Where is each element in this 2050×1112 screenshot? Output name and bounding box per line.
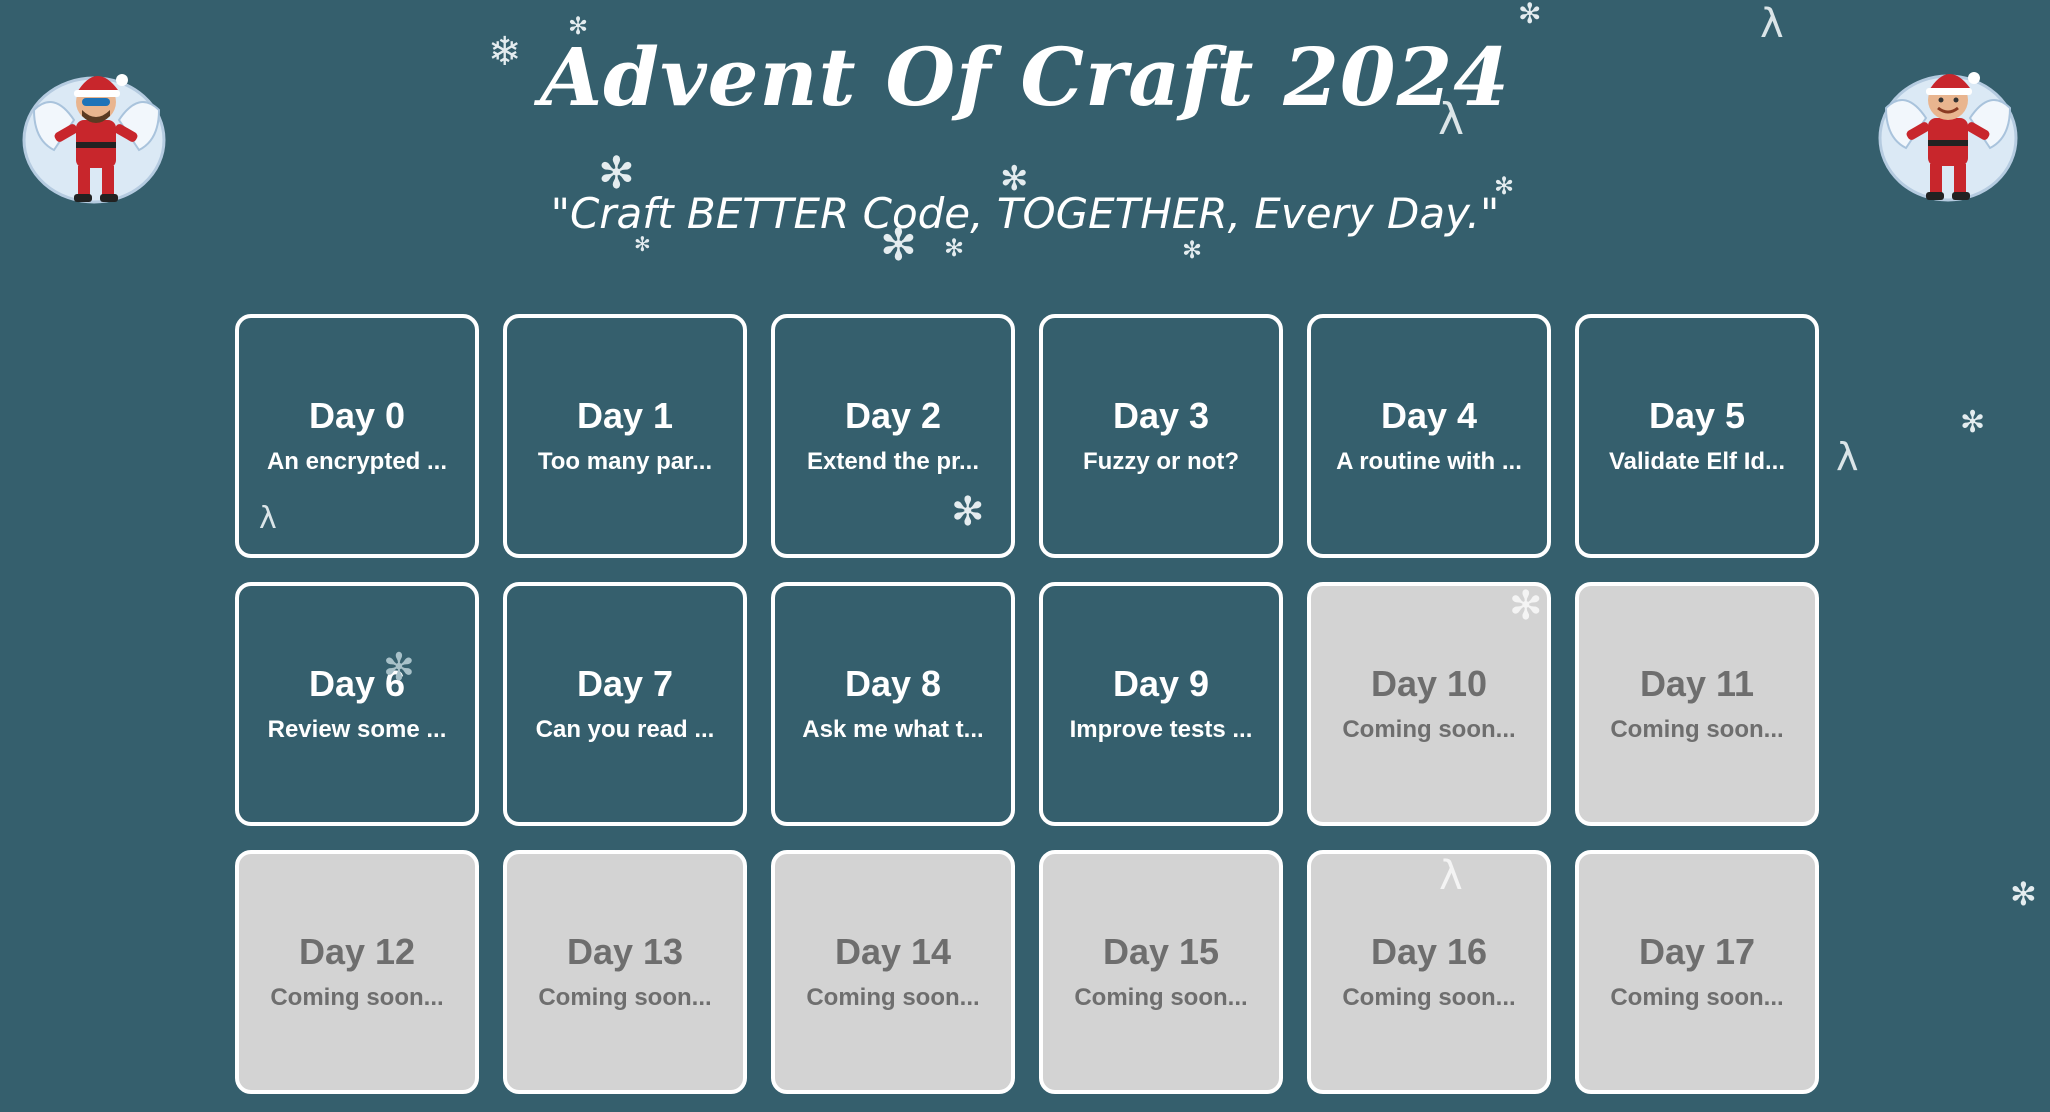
day-card-8[interactable]: Day 8 Ask me what t...	[771, 582, 1015, 826]
day-card-11-locked: Day 11 Coming soon...	[1575, 582, 1819, 826]
day-card-0[interactable]: Day 0 An encrypted ... λ	[235, 314, 479, 558]
day-description: Review some ...	[267, 716, 447, 743]
day-description: Can you read ...	[535, 716, 715, 743]
day-card-1[interactable]: Day 1 Too many par...	[503, 314, 747, 558]
day-card-9[interactable]: Day 9 Improve tests ...	[1039, 582, 1283, 826]
snowflake-icon: ✻	[2010, 875, 2037, 913]
day-description: Extend the pr...	[806, 448, 980, 475]
day-title: Day 3	[1112, 395, 1210, 436]
day-card-12-locked: Day 12 Coming soon...	[235, 850, 479, 1094]
day-card-7[interactable]: Day 7 Can you read ...	[503, 582, 747, 826]
day-card-10-locked: Day 10 Coming soon... ✻	[1307, 582, 1551, 826]
day-title: Day 8	[844, 663, 942, 704]
day-card-6[interactable]: Day 6 Review some ... ✻	[235, 582, 479, 826]
day-description: Coming soon...	[806, 984, 980, 1011]
day-card-5[interactable]: Day 5 Validate Elf Id...	[1575, 314, 1819, 558]
snowflake-icon: ✻	[1960, 405, 1986, 440]
day-title: Day 2	[844, 395, 942, 436]
snowflake-icon: ✻	[951, 489, 985, 535]
day-description: A routine with ...	[1336, 448, 1522, 475]
day-description: Improve tests ...	[1069, 716, 1253, 743]
day-card-14-locked: Day 14 Coming soon...	[771, 850, 1015, 1094]
advent-calendar-grid: Day 0 An encrypted ... λ Day 1 Too many …	[235, 314, 1819, 1094]
day-card-15-locked: Day 15 Coming soon...	[1039, 850, 1283, 1094]
day-title: Day 1	[576, 395, 674, 436]
day-description: Coming soon...	[1074, 984, 1248, 1011]
day-title: Day 14	[834, 931, 952, 972]
day-card-13-locked: Day 13 Coming soon...	[503, 850, 747, 1094]
day-title: Day 11	[1639, 663, 1755, 704]
page-subtitle: "Craft BETTER Code, TOGETHER, Every Day.…	[550, 189, 1500, 238]
day-description: Coming soon...	[270, 984, 444, 1011]
day-description: Coming soon...	[1342, 716, 1516, 743]
day-card-4[interactable]: Day 4 A routine with ...	[1307, 314, 1551, 558]
day-title: Day 6	[308, 663, 406, 704]
day-title: Day 0	[308, 395, 406, 436]
day-description: Coming soon...	[538, 984, 712, 1011]
day-card-16-locked: Day 16 Coming soon... λ	[1307, 850, 1551, 1094]
day-title: Day 15	[1102, 931, 1220, 972]
day-title: Day 13	[566, 931, 684, 972]
day-description: Too many par...	[537, 448, 713, 475]
day-title: Day 7	[576, 663, 674, 704]
day-card-3[interactable]: Day 3 Fuzzy or not?	[1039, 314, 1283, 558]
day-description: Coming soon...	[1610, 984, 1784, 1011]
day-title: Day 16	[1370, 931, 1488, 972]
snowflake-icon: ✻	[1509, 583, 1543, 629]
day-card-2[interactable]: Day 2 Extend the pr... ✻	[771, 314, 1015, 558]
day-title: Day 10	[1370, 663, 1488, 704]
day-description: Validate Elf Id...	[1608, 448, 1786, 475]
lambda-icon: λ	[259, 501, 277, 536]
day-description: Coming soon...	[1342, 984, 1516, 1011]
day-description: Coming soon...	[1610, 716, 1784, 743]
day-description: An encrypted ...	[266, 448, 448, 475]
lambda-icon: λ	[1439, 853, 1463, 899]
day-description: Ask me what t...	[802, 716, 984, 743]
day-title: Day 9	[1112, 663, 1210, 704]
day-card-17-locked: Day 17 Coming soon...	[1575, 850, 1819, 1094]
day-title: Day 5	[1648, 395, 1746, 436]
day-description: Fuzzy or not?	[1083, 448, 1239, 475]
day-title: Day 17	[1638, 931, 1756, 972]
day-title: Day 4	[1380, 395, 1478, 436]
day-title: Day 12	[298, 931, 416, 972]
lambda-icon: λ	[1836, 435, 1859, 479]
page-title: Advent Of Craft 2024	[540, 30, 1510, 124]
